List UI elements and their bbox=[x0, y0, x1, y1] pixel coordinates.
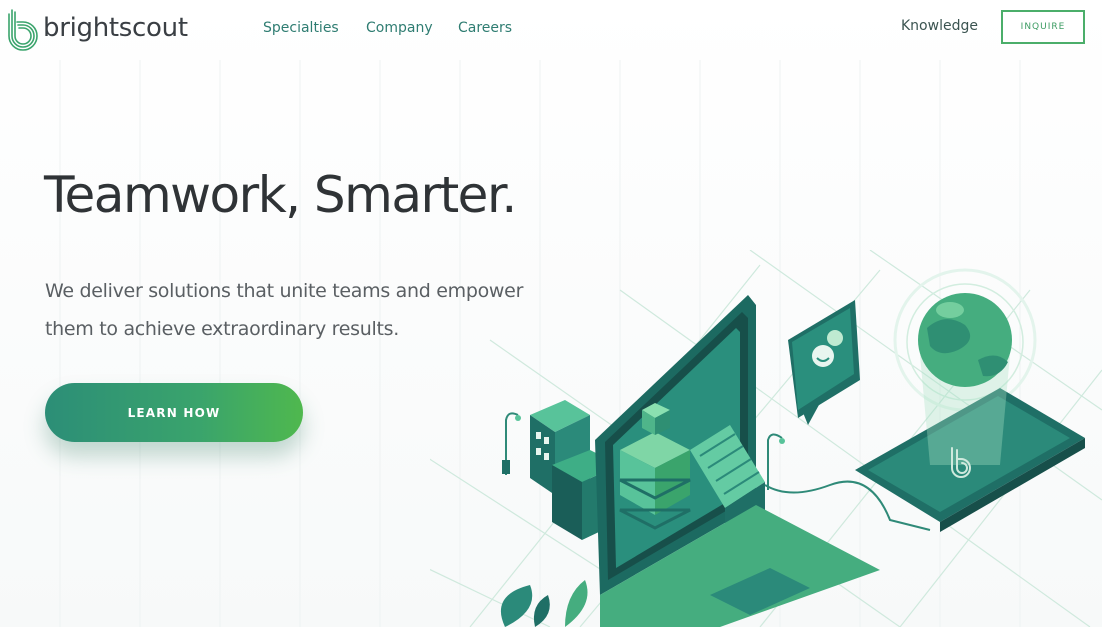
nav-company[interactable]: Company bbox=[366, 20, 433, 36]
globe-tablet bbox=[855, 268, 1085, 532]
nav-careers[interactable]: Careers bbox=[458, 20, 512, 36]
isometric-office-illustration bbox=[430, 250, 1102, 627]
logo-link[interactable]: brightscout bbox=[4, 6, 188, 52]
chat-bubble-icon bbox=[788, 300, 860, 425]
plant-icon bbox=[500, 580, 588, 627]
hero-title: Teamwork, Smarter. bbox=[44, 166, 517, 224]
nav-knowledge[interactable]: Knowledge bbox=[901, 18, 978, 34]
brand-name: brightscout bbox=[43, 13, 188, 43]
page: brightscout Specialties Company Careers … bbox=[0, 0, 1102, 627]
nav-specialties[interactable]: Specialties bbox=[263, 20, 339, 36]
learn-how-button[interactable]: LEARN HOW bbox=[45, 383, 303, 442]
site-header: brightscout Specialties Company Careers … bbox=[0, 0, 1102, 60]
inquire-button[interactable]: INQUIRE bbox=[1001, 10, 1085, 44]
brightscout-logo-icon bbox=[8, 9, 38, 51]
